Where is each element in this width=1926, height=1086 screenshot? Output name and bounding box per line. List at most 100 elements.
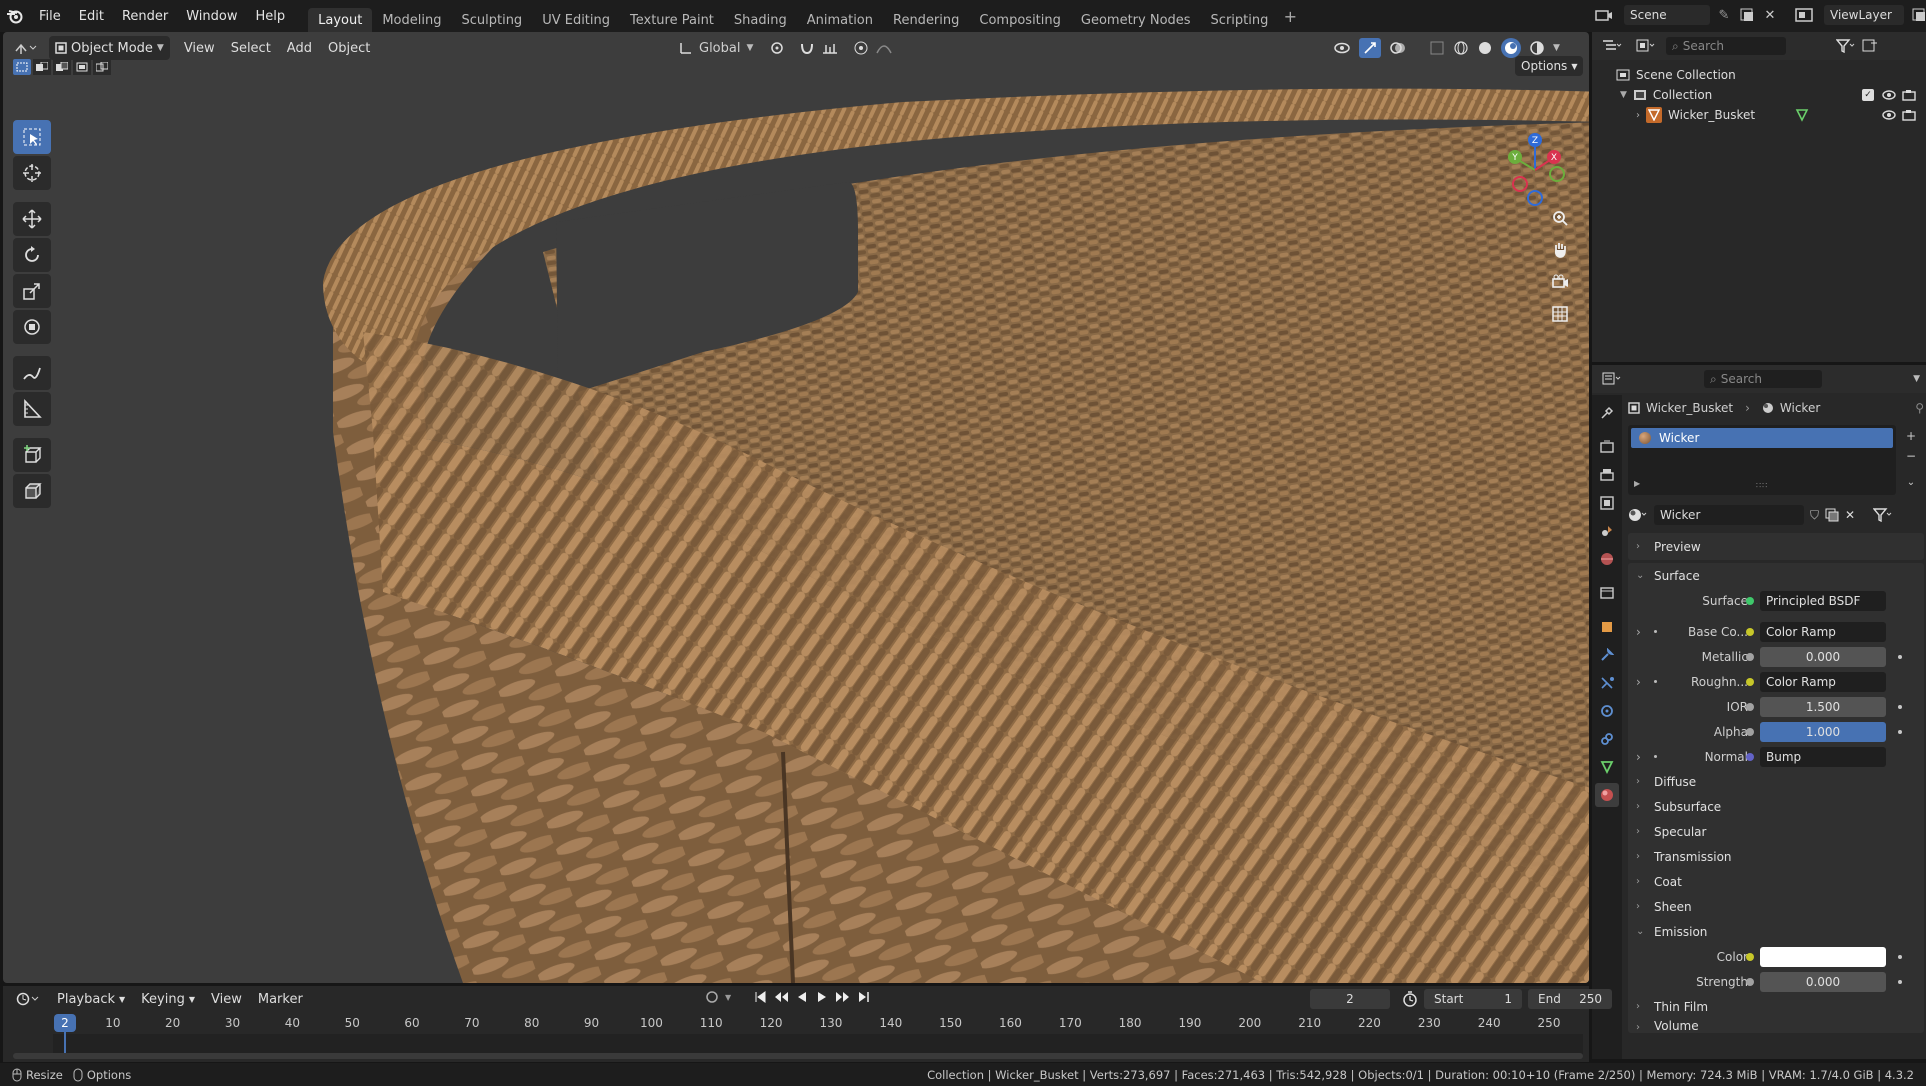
outliner-collection-row[interactable]: ▼ Collection ✓ <box>1592 85 1926 105</box>
select-extend-icon[interactable] <box>33 59 51 75</box>
options-button[interactable]: Options ▼ <box>1515 56 1584 76</box>
subpanel-sheen[interactable]: › Sheen <box>1628 894 1924 919</box>
expand-chevron-icon[interactable]: › <box>1636 110 1640 121</box>
material-slot[interactable]: Wicker <box>1631 428 1893 448</box>
tab-particles[interactable] <box>1595 671 1619 695</box>
tab-shading[interactable]: Shading <box>724 8 797 32</box>
mode-selector[interactable]: Object Mode ▼ <box>49 36 170 60</box>
checkbox-icon[interactable]: ✓ <box>1862 89 1874 101</box>
menu-file[interactable]: File <box>30 0 70 32</box>
keyframe-dot-icon[interactable] <box>1898 954 1902 959</box>
chevron-down-icon[interactable]: ▼ <box>1913 374 1920 384</box>
eye-icon[interactable] <box>1882 110 1896 120</box>
outliner-editor-icon[interactable] <box>1598 39 1626 53</box>
tab-material[interactable] <box>1595 783 1619 807</box>
emission-header[interactable]: ⌄ Emission <box>1628 919 1924 944</box>
select-invert-icon[interactable] <box>73 59 91 75</box>
new-collection-icon[interactable] <box>1862 39 1878 53</box>
input-value-field[interactable]: Color Ramp <box>1760 671 1886 692</box>
select-subtract-icon[interactable] <box>53 59 71 75</box>
subpanel-transmission[interactable]: › Transmission <box>1628 844 1924 869</box>
falloff-icon[interactable] <box>875 41 893 55</box>
tab-modifiers[interactable] <box>1595 643 1619 667</box>
tab-compositing[interactable]: Compositing <box>969 8 1071 32</box>
jump-end-icon[interactable] <box>857 990 871 1004</box>
tab-collection[interactable] <box>1595 581 1619 605</box>
surface-header[interactable]: ⌄ Surface <box>1628 563 1924 588</box>
tab-uv-editing[interactable]: UV Editing <box>532 8 620 32</box>
scene-selector[interactable]: Scene <box>1624 5 1710 25</box>
tab-constraints[interactable] <box>1595 727 1619 751</box>
subpanel-specular[interactable]: › Specular <box>1628 819 1924 844</box>
viewport-menu-select[interactable]: Select <box>223 41 279 56</box>
material-preview-icon[interactable] <box>1501 38 1521 58</box>
fake-user-shield-icon[interactable]: ⛉ <box>1810 508 1819 523</box>
slot-menu-icon[interactable]: ⌄ <box>1902 471 1920 493</box>
scale-tool[interactable] <box>13 274 51 308</box>
editor-type-icon[interactable] <box>9 41 43 55</box>
move-tool[interactable] <box>13 202 51 236</box>
select-new-icon[interactable] <box>13 59 31 75</box>
add-cube-tool[interactable] <box>13 438 51 472</box>
keyframe-dot-icon[interactable] <box>1898 704 1902 709</box>
pin-icon[interactable]: ✎ <box>1716 8 1732 23</box>
material-filter-icon[interactable] <box>1873 508 1893 522</box>
timeline-editor-icon[interactable] <box>11 992 45 1006</box>
tab-tool[interactable] <box>1595 401 1619 425</box>
tab-texture-paint[interactable]: Texture Paint <box>620 8 724 32</box>
current-frame-field[interactable]: 2 <box>1310 989 1390 1009</box>
expand-triangle-icon[interactable]: ▶ <box>1634 479 1640 488</box>
camera-render-icon[interactable] <box>1902 89 1916 101</box>
camera-render-icon[interactable] <box>1902 109 1916 121</box>
tab-animation[interactable]: Animation <box>797 8 883 32</box>
add-slot-icon[interactable]: + <box>1902 427 1920 445</box>
3d-viewport[interactable]: Object Mode ▼ View Select Add Object Global… <box>3 32 1589 983</box>
orientation-selector[interactable]: Global <box>699 41 740 56</box>
filter-icon[interactable] <box>1836 39 1856 53</box>
outliner-scene-collection[interactable]: Scene Collection <box>1592 65 1926 85</box>
volume-header[interactable]: › Volume <box>1628 1019 1924 1033</box>
tab-data[interactable] <box>1595 755 1619 779</box>
viewport-menu-view[interactable]: View <box>176 41 223 56</box>
input-value-field[interactable]: Bump <box>1760 746 1886 767</box>
zoom-button[interactable] <box>1545 204 1575 232</box>
cursor-tool[interactable] <box>13 156 51 190</box>
camera-view-button[interactable] <box>1545 268 1575 296</box>
xray-icon[interactable] <box>1429 40 1445 56</box>
subpanel-diffuse[interactable]: › Diffuse <box>1628 769 1924 794</box>
new-viewlayer-icon[interactable] <box>1910 8 1926 22</box>
overlays-icon[interactable] <box>1389 40 1407 56</box>
input-value-field[interactable]: 0.000 <box>1760 646 1886 667</box>
tab-scene[interactable] <box>1595 519 1619 543</box>
pivot-point-icon[interactable] <box>769 40 785 56</box>
viewlayer-selector[interactable]: ViewLayer <box>1824 5 1904 25</box>
menu-window[interactable]: Window <box>177 0 246 32</box>
snap-target-icon[interactable] <box>821 41 839 55</box>
tab-sculpting[interactable]: Sculpting <box>451 8 532 32</box>
tab-modeling[interactable]: Modeling <box>372 8 451 32</box>
proportional-editing-icon[interactable] <box>853 40 869 56</box>
tab-geometry-nodes[interactable]: Geometry Nodes <box>1071 8 1201 32</box>
navigation-gizmo[interactable]: Z Y X <box>1505 130 1575 210</box>
timeline-menu-marker[interactable]: Marker <box>250 992 311 1007</box>
snap-icon[interactable] <box>799 40 815 56</box>
play-reverse-icon[interactable] <box>795 990 809 1004</box>
jump-keyframe-back-icon[interactable] <box>773 990 789 1004</box>
timeline-scrollbar[interactable] <box>13 1053 1583 1059</box>
input-value-field[interactable]: 1.000 <box>1760 721 1886 742</box>
annotate-tool[interactable] <box>13 356 51 390</box>
gizmo-toggle-icon[interactable] <box>1359 38 1381 58</box>
unlink-material-icon[interactable]: ✕ <box>1845 508 1855 522</box>
tab-scripting[interactable]: Scripting <box>1201 8 1279 32</box>
timeline-menu-view[interactable]: View <box>203 992 250 1007</box>
tab-view-layer[interactable] <box>1595 491 1619 515</box>
menu-help[interactable]: Help <box>247 0 295 32</box>
properties-search-input[interactable]: ⌕ Search <box>1704 370 1822 388</box>
properties-editor-icon[interactable] <box>1598 372 1626 386</box>
pin-icon[interactable]: ⚲ <box>1915 401 1924 415</box>
timeline-menu-keying[interactable]: Keying ▼ <box>133 992 203 1007</box>
duplicate-material-icon[interactable] <box>1825 508 1839 522</box>
tab-object[interactable] <box>1595 615 1619 639</box>
rotate-tool[interactable] <box>13 238 51 272</box>
pan-button[interactable] <box>1545 236 1575 264</box>
